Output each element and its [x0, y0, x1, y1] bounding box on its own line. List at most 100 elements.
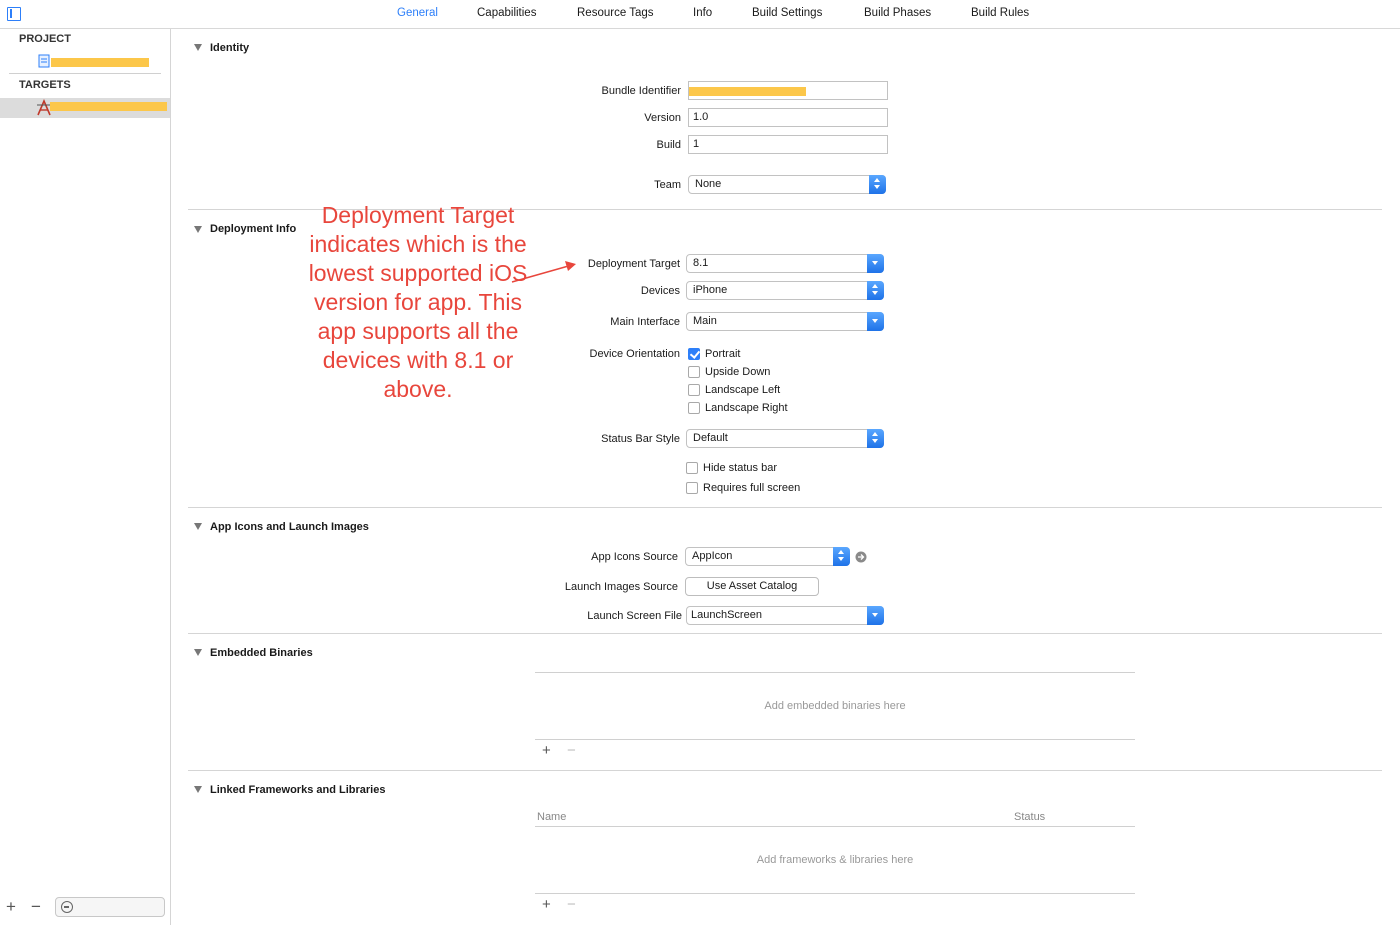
frameworks-placeholder: Add frameworks & libraries here — [756, 854, 914, 866]
landscape-right-checkbox[interactable] — [688, 402, 700, 414]
status-bar-style-popup[interactable]: Default — [686, 429, 884, 448]
embedded-binaries-placeholder: Add embedded binaries here — [764, 700, 906, 712]
app-icons-source-value: AppIcon — [692, 550, 733, 562]
team-label: Team — [654, 179, 681, 191]
frameworks-list-bottom-border — [535, 893, 1135, 894]
hide-status-bar-checkbox[interactable] — [686, 462, 698, 474]
target-item[interactable] — [0, 98, 170, 118]
app-icons-section-title: App Icons and Launch Images — [210, 521, 369, 533]
name-column-header[interactable]: Name — [537, 811, 566, 823]
upside-down-label: Upside Down — [705, 366, 771, 378]
project-section-header: PROJECT — [19, 33, 71, 45]
launch-images-source-label: Launch Images Source — [564, 581, 678, 593]
devices-label: Devices — [640, 285, 680, 297]
devices-value: iPhone — [693, 284, 728, 296]
disclosure-triangle-icon[interactable] — [194, 44, 202, 51]
main-interface-combo[interactable]: Main — [686, 312, 884, 331]
tab-info[interactable]: Info — [693, 7, 712, 19]
popup-updown-icon — [867, 429, 884, 448]
devices-popup[interactable]: iPhone — [686, 281, 884, 300]
bundle-identifier-field[interactable] — [688, 81, 888, 100]
section-divider — [188, 633, 1382, 634]
build-label: Build — [656, 139, 681, 151]
sidebar-divider — [9, 73, 161, 74]
version-field[interactable]: 1.0 — [688, 108, 888, 127]
project-file-icon — [38, 54, 50, 68]
disclosure-triangle-icon[interactable] — [194, 649, 202, 656]
editor-tab-bar: General Capabilities Resource Tags Info … — [0, 0, 1400, 29]
remove-icon[interactable]: − — [567, 897, 576, 912]
status-bar-style-value: Default — [693, 432, 728, 444]
sidebar-toggle-icon[interactable] — [7, 7, 21, 21]
device-orientation-label: Device Orientation — [589, 348, 681, 360]
project-item[interactable] — [9, 54, 170, 74]
project-navigator-sidebar: PROJECT TARGETS + − — [0, 29, 171, 925]
embedded-list-bottom-border — [535, 739, 1135, 740]
app-icons-source-label: App Icons Source — [591, 551, 678, 563]
redacted-target-name — [50, 102, 167, 111]
frameworks-list-header-border — [535, 826, 1135, 827]
requires-full-screen-label: Requires full screen — [703, 482, 801, 494]
tab-build-settings[interactable]: Build Settings — [752, 7, 822, 19]
launch-screen-file-label: Launch Screen File — [587, 610, 682, 622]
chevron-down-icon — [867, 606, 884, 625]
sidebar-filter-field[interactable] — [55, 897, 165, 917]
embedded-binaries-section-title: Embedded Binaries — [210, 647, 313, 659]
sidebar-bottom-bar: + − — [0, 895, 171, 925]
landscape-left-label: Landscape Left — [705, 384, 781, 396]
annotation-text: Deployment Target indicates which is the… — [308, 202, 528, 402]
disclosure-triangle-icon[interactable] — [194, 786, 202, 793]
launch-screen-file-value: LaunchScreen — [691, 609, 762, 621]
use-asset-catalog-button[interactable]: Use Asset Catalog — [685, 577, 819, 596]
portrait-checkbox[interactable] — [688, 348, 700, 360]
version-label: Version — [644, 112, 681, 124]
remove-icon[interactable]: − — [567, 743, 576, 758]
annotation-arrow-icon — [511, 261, 576, 283]
deployment-target-combo[interactable]: 8.1 — [686, 254, 884, 273]
add-icon[interactable]: + — [6, 898, 16, 915]
deployment-section-title: Deployment Info — [210, 223, 297, 235]
portrait-label: Portrait — [705, 348, 741, 360]
identity-section-title: Identity — [210, 42, 250, 54]
landscape-right-label: Landscape Right — [705, 402, 788, 414]
linked-frameworks-section-title: Linked Frameworks and Libraries — [210, 784, 386, 796]
tab-capabilities[interactable]: Capabilities — [477, 7, 536, 19]
upside-down-checkbox[interactable] — [688, 366, 700, 378]
deployment-target-value: 8.1 — [693, 257, 709, 269]
popup-updown-icon — [867, 281, 884, 300]
chevron-down-icon — [867, 312, 884, 331]
launch-screen-file-combo[interactable]: LaunchScreen — [686, 606, 884, 625]
main-interface-value: Main — [693, 315, 717, 327]
team-popup-value: None — [695, 178, 722, 190]
team-popup[interactable]: None — [688, 175, 886, 194]
requires-full-screen-checkbox[interactable] — [686, 482, 698, 494]
section-divider — [188, 770, 1382, 771]
app-icons-source-popup[interactable]: AppIcon — [685, 547, 850, 566]
popup-updown-icon — [869, 175, 886, 194]
status-bar-style-label: Status Bar Style — [601, 433, 680, 445]
filter-icon — [61, 901, 73, 913]
main-interface-label: Main Interface — [610, 316, 680, 328]
go-to-arrow-icon[interactable] — [855, 551, 867, 563]
add-icon[interactable]: + — [542, 743, 551, 758]
status-column-header[interactable]: Status — [1014, 811, 1045, 823]
embedded-list-top-border — [535, 672, 1135, 673]
disclosure-triangle-icon[interactable] — [194, 226, 202, 233]
disclosure-triangle-icon[interactable] — [194, 523, 202, 530]
tab-build-rules[interactable]: Build Rules — [971, 7, 1029, 19]
popup-updown-icon — [833, 547, 850, 566]
redacted-project-name — [51, 58, 149, 67]
tab-build-phases[interactable]: Build Phases — [864, 7, 931, 19]
redacted-bundle-identifier — [689, 87, 806, 96]
hide-status-bar-label: Hide status bar — [703, 462, 777, 474]
deployment-target-label: Deployment Target — [587, 258, 680, 270]
remove-icon[interactable]: − — [31, 898, 41, 915]
chevron-down-icon — [867, 254, 884, 273]
tab-general[interactable]: General — [397, 7, 438, 19]
landscape-left-checkbox[interactable] — [688, 384, 700, 396]
section-divider — [188, 507, 1382, 508]
add-icon[interactable]: + — [542, 897, 551, 912]
build-field[interactable]: 1 — [688, 135, 888, 154]
bundle-identifier-label: Bundle Identifier — [601, 85, 682, 97]
tab-resource-tags[interactable]: Resource Tags — [577, 7, 654, 19]
